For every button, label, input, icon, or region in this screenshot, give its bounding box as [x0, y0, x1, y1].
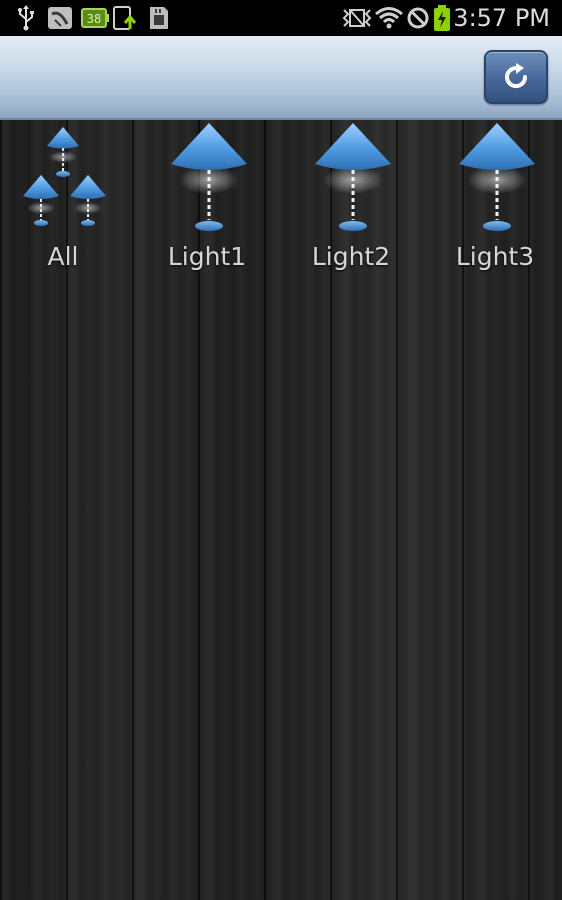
svg-text:38: 38	[87, 12, 101, 26]
light-label-all: All	[47, 242, 79, 271]
vibrate-icon	[342, 4, 372, 32]
gallery-icon	[46, 4, 74, 32]
lamp-icon	[430, 120, 560, 238]
refresh-icon	[499, 60, 533, 94]
usb-icon	[14, 4, 38, 32]
light-label-light2: Light2	[311, 242, 391, 271]
status-bar: 38 3:57 PM	[0, 0, 562, 36]
lamp-icon	[142, 120, 272, 238]
action-bar	[0, 36, 562, 120]
battery-monitor-icon: 38	[80, 4, 110, 32]
light-item-light3[interactable]: Light3	[430, 120, 560, 280]
upload-icon	[112, 4, 140, 32]
light-item-all[interactable]: All	[0, 120, 128, 280]
light-item-light2[interactable]: Light2	[286, 120, 416, 280]
sd-card-icon	[146, 4, 172, 32]
light-item-light1[interactable]: Light1	[142, 120, 272, 280]
lamp-icon	[286, 120, 416, 238]
battery-charging-icon	[432, 4, 452, 32]
app-screen: 38 3:57 PM All Light1 Light2 Light3	[0, 0, 562, 900]
status-time: 3:57 PM	[453, 4, 550, 32]
light-label-light1: Light1	[167, 242, 247, 271]
all-lamps-icon	[0, 120, 128, 238]
no-signal-icon	[406, 4, 430, 32]
light-label-light3: Light3	[455, 242, 535, 271]
refresh-button[interactable]	[484, 50, 548, 104]
wifi-icon	[374, 4, 404, 32]
